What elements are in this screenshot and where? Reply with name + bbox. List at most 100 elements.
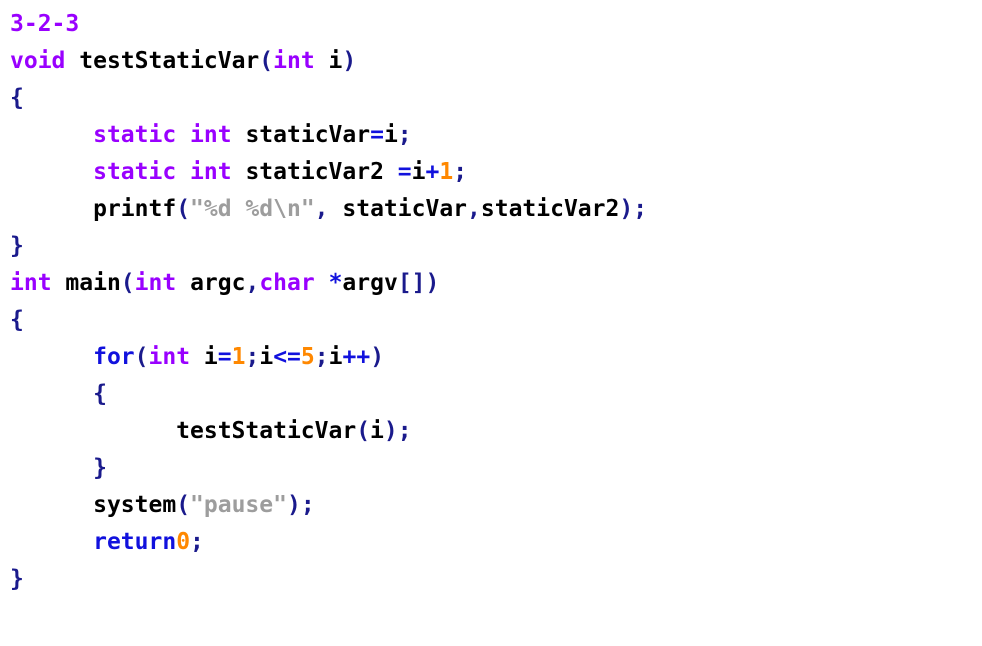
code-token-punct: ( [356, 418, 371, 444]
code-token-head: 3-2-3 [10, 11, 80, 37]
code-token-ctrl: for [93, 344, 135, 370]
code-token-num: 0 [176, 529, 191, 555]
code-token-id: staticVar [245, 122, 371, 148]
code-token-id: testStaticVar [176, 418, 357, 444]
code-token-type: int [273, 48, 315, 74]
code-token-id: system [93, 492, 177, 518]
line-func-signature: void testStaticVar(int i) [10, 43, 982, 80]
line-func-open-brace: { [10, 80, 982, 117]
code-token-op: = [397, 159, 412, 185]
line-system-pause: system("pause"); [10, 487, 982, 524]
code-token-punct: , [467, 196, 481, 222]
line-for-close-brace: } [10, 450, 982, 487]
code-token-punct: ; [300, 492, 315, 518]
code-token-punct: ; [314, 344, 329, 370]
code-token-type: int [134, 270, 177, 296]
code-token-id: i [328, 48, 343, 74]
code-token-punct: ; [397, 122, 412, 148]
code-token-punct: ) [342, 48, 357, 74]
code-token-brace: { [10, 85, 24, 111]
code-token-id: i [370, 418, 384, 444]
code-token-id: argc [190, 270, 246, 296]
code-token-punct: ; [190, 529, 204, 555]
line-static-var1: static int staticVar=i; [10, 117, 982, 154]
code-token-punct: ( [120, 270, 135, 296]
code-token-type: char [259, 270, 315, 296]
code-token-brace: } [93, 455, 107, 481]
code-token-id: main [65, 270, 121, 296]
code-token-type: int [10, 270, 52, 296]
code-token-ctrl: return [93, 529, 177, 555]
code-token-punct: ) [425, 270, 440, 296]
code-token-brace: } [10, 566, 24, 592]
code-token-id: testStaticVar [79, 48, 260, 74]
code-token-punct: ; [633, 196, 648, 222]
code-token-op: * [328, 270, 343, 296]
code-token-num: 1 [439, 159, 454, 185]
line-call-teststaticvar: testStaticVar(i); [10, 413, 982, 450]
code-token-punct: ; [453, 159, 468, 185]
code-token-punct: ) [383, 418, 398, 444]
code-token-type: void [10, 48, 66, 74]
code-token-punct: ; [245, 344, 260, 370]
code-token-punct: ( [134, 344, 149, 370]
code-token-id: i [383, 122, 398, 148]
code-token-num: 5 [300, 344, 315, 370]
code-token-punct: ) [619, 196, 634, 222]
code-token-id: i [259, 344, 274, 370]
code-token-id: i [411, 159, 426, 185]
code-token-punct: ) [286, 492, 301, 518]
code-token-op: = [217, 344, 232, 370]
line-for-loop: for(int i=1;i<=5;i++) [10, 339, 982, 376]
code-token-punct: ( [176, 492, 191, 518]
code-token-punct: ; [397, 418, 412, 444]
code-token-punct: , [314, 196, 329, 222]
line-main-open-brace: { [10, 302, 982, 339]
line-static-var2: static int staticVar2 =i+1; [10, 154, 982, 191]
code-token-op: = [370, 122, 384, 148]
code-listing: 3-2-3 void testStaticVar(int i){ static i… [0, 0, 982, 598]
line-return: return0; [10, 524, 982, 561]
line-for-open-brace: { [10, 376, 982, 413]
line-printf: printf("%d %d\n", staticVar,staticVar2); [10, 191, 982, 228]
code-token-id: staticVar [342, 196, 468, 222]
code-token-str: "pause" [190, 492, 287, 518]
line-main-signature: int main(int argc,char *argv[]) [10, 265, 982, 302]
code-token-type: int [148, 344, 191, 370]
code-token-id: i [328, 344, 343, 370]
line-header: 3-2-3 [10, 6, 982, 43]
code-token-type: static [93, 159, 177, 185]
code-token-id: i [203, 344, 218, 370]
code-token-type: int [190, 122, 232, 148]
code-token-op: ++ [342, 344, 371, 370]
code-token-punct: , [245, 270, 260, 296]
code-token-punct: [] [397, 270, 426, 296]
code-token-str: "%d %d\n" [190, 196, 315, 222]
code-token-type: int [190, 159, 232, 185]
line-func-close-brace: } [10, 228, 982, 265]
line-main-close-brace: } [10, 561, 982, 598]
code-token-op: + [425, 159, 440, 185]
code-token-brace: } [10, 233, 24, 259]
code-token-brace: { [93, 381, 107, 407]
code-token-id: staticVar2 [245, 159, 384, 185]
code-token-type: static [93, 122, 177, 148]
code-token-id: printf [93, 196, 177, 222]
